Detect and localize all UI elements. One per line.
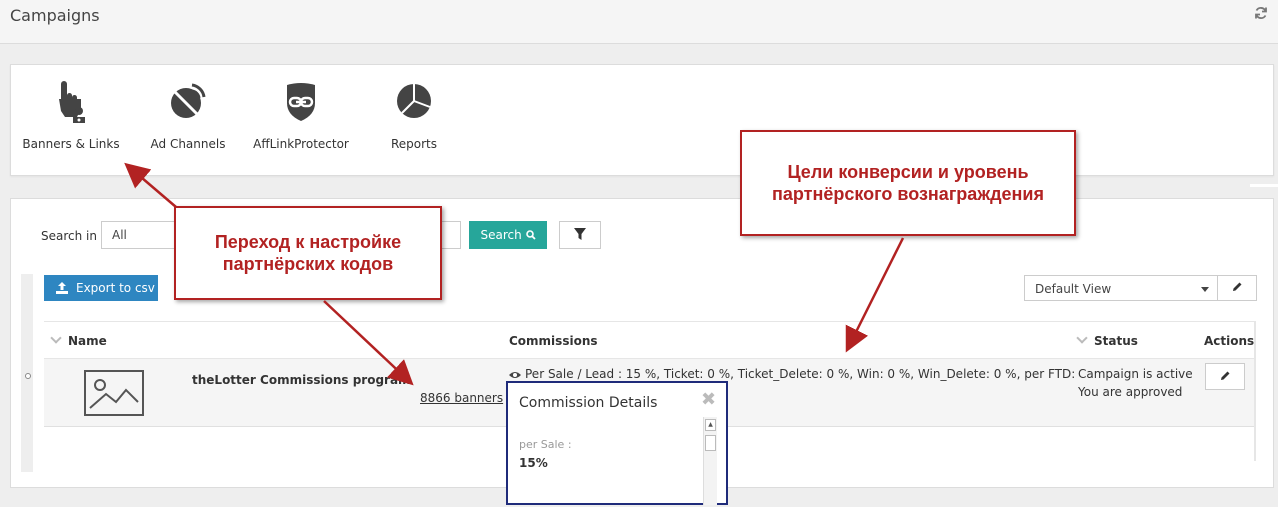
annotation-right: Цели конверсии и уровень партнёрского во… xyxy=(740,130,1076,236)
caret-down-icon xyxy=(1201,287,1209,292)
popup-value: 15% xyxy=(519,456,548,470)
tool-label: AffLinkProtector xyxy=(253,137,349,151)
search-button-label: Search xyxy=(480,228,522,242)
search-label: Search in xyxy=(41,229,97,243)
satellite-dish-icon xyxy=(171,83,206,118)
commissions-cell: Per Sale / Lead : 15 %, Ticket: 0 %, Tic… xyxy=(509,367,1074,381)
filter-button[interactable] xyxy=(559,221,601,249)
hand-pointer-icon xyxy=(59,81,85,123)
divider xyxy=(1250,184,1278,187)
chevron-down-icon xyxy=(1076,332,1088,344)
popup-label: per Sale : xyxy=(519,438,572,451)
status-approved: You are approved xyxy=(1078,385,1183,399)
commissions-text: Per Sale / Lead : 15 %, Ticket: 0 %, Tic… xyxy=(525,367,1074,381)
tool-label: Reports xyxy=(390,137,438,151)
edit-campaign-button[interactable] xyxy=(1205,363,1245,390)
banners-link[interactable]: 8866 banners xyxy=(420,391,503,405)
table-border xyxy=(1254,321,1256,461)
shield-link-icon xyxy=(287,83,315,121)
pencil-icon xyxy=(1221,371,1230,380)
scroll-up-icon[interactable]: ▲ xyxy=(705,419,716,431)
tool-label: Ad Channels xyxy=(150,137,226,151)
scroll-thumb[interactable] xyxy=(705,435,716,451)
export-csv-button[interactable]: Export to csv xyxy=(44,275,158,301)
view-select[interactable]: Default View xyxy=(1024,275,1218,301)
column-commissions-header: Commissions xyxy=(509,334,598,348)
refresh-icon[interactable] xyxy=(1254,6,1268,20)
commission-details-popup: Commission Details ✖ per Sale : 15% ▲ xyxy=(506,381,728,505)
pencil-icon xyxy=(1233,282,1242,291)
pie-chart-icon xyxy=(397,84,431,118)
search-icon xyxy=(525,230,536,240)
tool-ad-channels[interactable]: Ad Channels xyxy=(133,79,243,151)
status-active: Campaign is active xyxy=(1078,367,1193,381)
view-select-value: Default View xyxy=(1035,282,1112,296)
upload-icon xyxy=(56,282,68,294)
chevron-down-icon xyxy=(50,332,62,344)
tools-panel: Banners & Links Ad Channels AffLinkProte… xyxy=(10,64,1274,176)
edit-view-button[interactable] xyxy=(1217,275,1257,301)
image-placeholder-icon xyxy=(84,370,144,416)
row-selector[interactable] xyxy=(25,373,31,379)
column-actions-header: Actions xyxy=(1204,334,1255,348)
table-header: Name Commissions Status Actions xyxy=(44,321,1254,359)
popup-scrollbar[interactable]: ▲ xyxy=(703,417,717,505)
tool-afflinkprotector[interactable]: AffLinkProtector xyxy=(246,79,356,151)
page-title: Campaigns xyxy=(10,6,100,25)
program-name: theLotter Commissions program xyxy=(192,373,411,387)
tool-banners-links[interactable]: Banners & Links xyxy=(16,79,126,151)
popup-title: Commission Details xyxy=(519,395,658,411)
tool-reports[interactable]: Reports xyxy=(359,79,469,151)
annotation-left: Переход к настройке партнёрских кодов xyxy=(174,206,442,300)
column-name-header[interactable]: Name xyxy=(50,332,107,348)
search-button[interactable]: Search xyxy=(469,221,547,249)
page-header: Campaigns xyxy=(0,0,1278,44)
filter-icon xyxy=(574,228,586,240)
column-status-header[interactable]: Status xyxy=(1076,332,1138,348)
tool-label: Banners & Links xyxy=(22,137,120,151)
export-label: Export to csv xyxy=(76,281,155,295)
eye-icon[interactable] xyxy=(509,371,521,379)
close-icon[interactable]: ✖ xyxy=(701,389,716,410)
